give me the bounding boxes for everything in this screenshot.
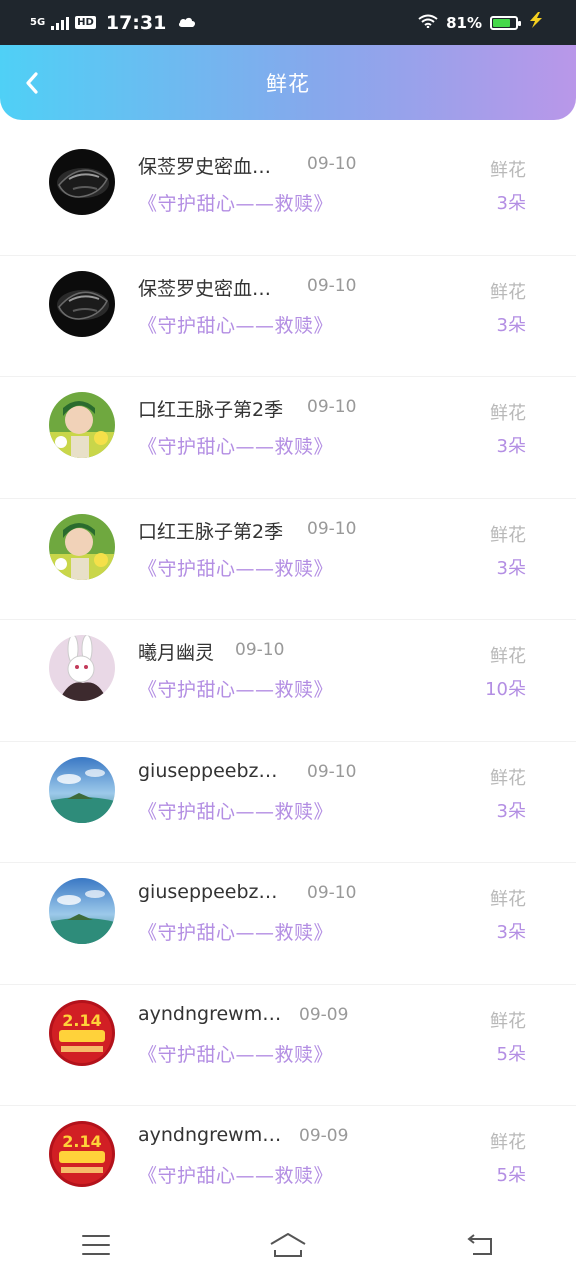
gift-type-label: 鲜花 [490, 889, 526, 910]
clock: 17:31 [105, 11, 167, 34]
avatar[interactable] [49, 270, 115, 337]
system-back-button[interactable] [450, 1220, 510, 1270]
send-date: 09-09 [299, 1004, 349, 1025]
avatar[interactable]: 2.14 [49, 999, 115, 1066]
gift-count: 3朵 [496, 436, 526, 457]
gift-type-label: 鲜花 [490, 524, 526, 546]
gift-type-label: 鲜花 [490, 646, 526, 667]
avatar[interactable]: 2.14 [49, 1121, 115, 1187]
user-name: 口红王脉子第2季 [138, 520, 284, 543]
back-icon [467, 1234, 492, 1255]
chevron-left-icon [26, 72, 38, 94]
home-button[interactable] [258, 1220, 318, 1270]
book-title[interactable]: 《守护甜心——救赎》 [138, 1040, 333, 1067]
hd-badge: HD [75, 16, 96, 29]
menu-icon [82, 1235, 110, 1255]
book-title[interactable]: 《守护甜心——救赎》 [138, 797, 333, 824]
list-item[interactable]: 保莶罗史密血… 09-10 《守护甜心——救赎》 鲜花 3朵 [0, 256, 576, 377]
gift-count: 3朵 [496, 557, 526, 579]
wifi-icon [418, 14, 438, 32]
flower-record-list: 保莶罗史密血… 09-10 《守护甜心——救赎》 鲜花 3朵 保莶罗史密血… 09-10 《守… [0, 134, 576, 1228]
gift-type-label: 鲜花 [490, 1010, 526, 1032]
user-name: giuseppeebzan… [138, 759, 288, 782]
menu-button[interactable] [66, 1220, 126, 1270]
list-item[interactable]: giuseppeebzan… 09-10 《守护甜心——救赎》 鲜花 3朵 [0, 863, 576, 985]
book-title[interactable]: 《守护甜心——救赎》 [138, 554, 333, 581]
gift-count: 3朵 [496, 922, 526, 943]
send-date: 09-10 [307, 275, 357, 296]
status-right: 81% [418, 12, 546, 33]
svg-text:2.14: 2.14 [62, 1132, 101, 1151]
cloud-icon [178, 13, 196, 32]
gift-count: 3朵 [496, 800, 526, 822]
send-date: 09-10 [235, 640, 285, 660]
gift-count: 3朵 [496, 314, 526, 336]
gift-type-label: 鲜花 [490, 403, 526, 424]
user-name: ayndngrewmarc [138, 1002, 288, 1025]
book-title[interactable]: 《守护甜心——救赎》 [138, 918, 333, 945]
user-name: giuseppeebzan… [138, 881, 288, 903]
battery-icon [490, 15, 521, 30]
list-item[interactable]: 保莶罗史密血… 09-10 《守护甜心——救赎》 鲜花 3朵 [0, 134, 576, 256]
list-item[interactable]: 曦月幽灵 09-10 《守护甜心——救赎》 鲜花 10朵 [0, 620, 576, 742]
send-date: 09-10 [307, 518, 357, 539]
list-item[interactable]: 口红王脉子第2季 09-10 《守护甜心——救赎》 鲜花 3朵 [0, 377, 576, 499]
battery-fill [493, 18, 511, 27]
user-name: 保莶罗史密血… [138, 156, 272, 178]
gift-type-label: 鲜花 [490, 1132, 526, 1153]
gift-count: 10朵 [485, 679, 526, 700]
app-header: 鲜花 [0, 45, 576, 120]
avatar[interactable] [49, 756, 115, 823]
back-button[interactable] [14, 65, 50, 101]
page-title: 鲜花 [266, 71, 310, 96]
gift-type-label: 鲜花 [490, 281, 526, 303]
list-item[interactable]: giuseppeebzan… 09-10 《守护甜心——救赎》 鲜花 3朵 [0, 742, 576, 863]
home-icon [270, 1233, 306, 1257]
list-item[interactable]: 2.14 ayndngrewmarc 09-09 《守护甜心——救赎》 鲜花 5朵 [0, 985, 576, 1106]
status-left: 5G HD 17:31 [30, 12, 196, 34]
lightning-icon [526, 12, 546, 33]
book-title[interactable]: 《守护甜心——救赎》 [138, 1161, 333, 1188]
send-date: 09-10 [307, 397, 357, 417]
send-date: 09-09 [299, 1126, 349, 1146]
book-title[interactable]: 《守护甜心——救赎》 [138, 189, 333, 216]
status-bar: 5G HD 17:31 81% [0, 0, 576, 45]
send-date: 09-10 [307, 883, 357, 903]
signal-icon [51, 16, 70, 30]
book-title[interactable]: 《守护甜心——救赎》 [138, 311, 333, 338]
user-name: ayndngrewmarc [138, 1124, 288, 1146]
battery-percent: 81% [446, 13, 482, 32]
send-date: 09-10 [307, 761, 357, 782]
avatar[interactable] [49, 635, 115, 701]
gift-count: 5朵 [496, 1043, 526, 1065]
svg-text:2.14: 2.14 [62, 1011, 101, 1030]
avatar[interactable] [49, 513, 115, 580]
avatar[interactable] [49, 392, 115, 458]
book-title[interactable]: 《守护甜心——救赎》 [138, 675, 333, 702]
gift-count: 3朵 [496, 193, 526, 214]
gift-count: 5朵 [496, 1165, 526, 1186]
system-nav-bar [0, 1210, 576, 1280]
list-item[interactable]: 口红王脉子第2季 09-10 《守护甜心——救赎》 鲜花 3朵 [0, 499, 576, 620]
user-name: 口红王脉子第2季 [138, 399, 284, 421]
send-date: 09-10 [307, 154, 357, 174]
avatar[interactable] [49, 878, 115, 944]
user-name: 曦月幽灵 [138, 642, 215, 664]
avatar[interactable] [49, 149, 115, 215]
book-title[interactable]: 《守护甜心——救赎》 [138, 432, 333, 459]
user-name: 保莶罗史密血… [138, 277, 272, 300]
gift-type-label: 鲜花 [490, 767, 526, 789]
gift-type-label: 鲜花 [490, 160, 526, 181]
network-type: 5G [30, 16, 46, 28]
